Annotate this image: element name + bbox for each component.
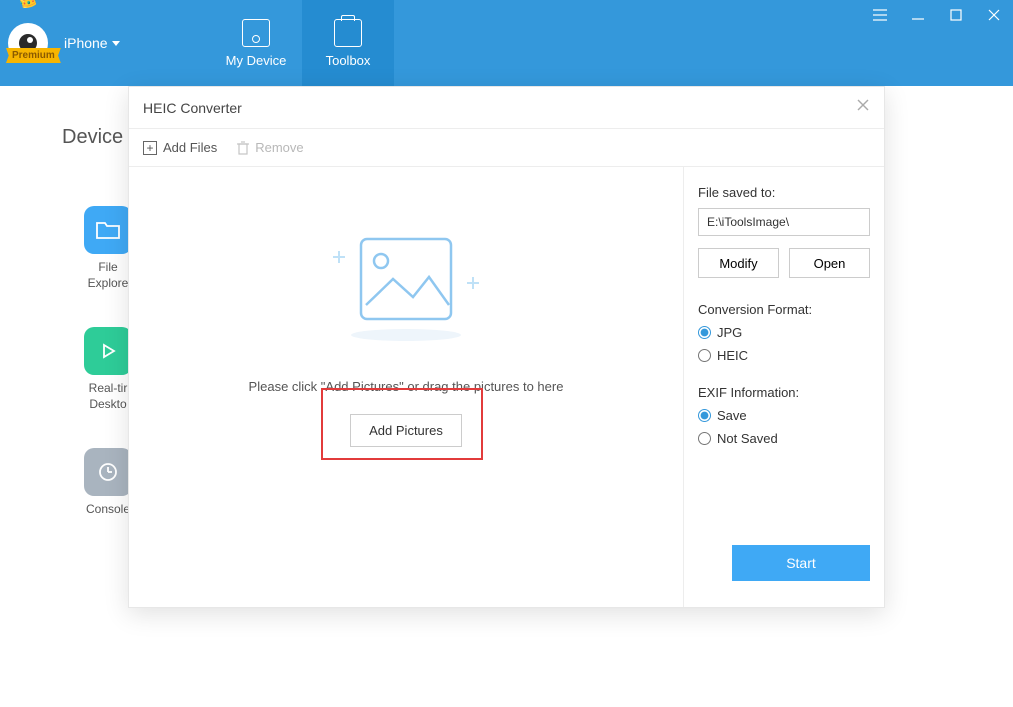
tab-my-device-label: My Device — [226, 53, 287, 68]
menu-button[interactable] — [861, 0, 899, 30]
exif-label: EXIF Information: — [698, 385, 870, 400]
add-files-button[interactable]: + Add Files — [143, 140, 217, 155]
premium-badge: Premium — [6, 48, 61, 63]
file-saved-path-input[interactable] — [698, 208, 870, 236]
heic-converter-dialog: HEIC Converter + Add Files Remove — [128, 86, 885, 608]
device-selector[interactable]: iPhone — [64, 35, 120, 51]
exif-save-radio[interactable]: Save — [698, 408, 870, 423]
window-controls — [861, 0, 1013, 30]
device-icon — [242, 19, 270, 47]
tab-toolbox[interactable]: Toolbox — [302, 0, 394, 86]
tab-my-device[interactable]: My Device — [210, 0, 302, 86]
crown-icon: 👑 — [16, 0, 40, 12]
folder-icon — [84, 206, 132, 254]
device-selector-label: iPhone — [64, 35, 108, 51]
minimize-button[interactable] — [899, 0, 937, 30]
format-jpg-radio[interactable]: JPG — [698, 325, 870, 340]
drop-area[interactable]: Please click "Add Pictures" or drag the … — [129, 167, 684, 607]
sidebar-item-label: Real-tir Deskto — [89, 381, 128, 412]
sidebar-item-label: File Explore — [88, 260, 129, 291]
trash-icon — [237, 141, 249, 155]
plus-icon: + — [143, 141, 157, 155]
dialog-body: Please click "Add Pictures" or drag the … — [129, 167, 884, 607]
drop-hint-text: Please click "Add Pictures" or drag the … — [249, 379, 564, 394]
remove-button: Remove — [237, 140, 303, 155]
caret-down-icon — [112, 41, 120, 46]
app-header: 👑 Premium iPhone My Device Toolbox — [0, 0, 1013, 86]
file-saved-label: File saved to: — [698, 185, 870, 200]
modify-button[interactable]: Modify — [698, 248, 779, 278]
image-placeholder-icon — [321, 227, 491, 347]
device-heading: Device — [62, 126, 123, 149]
add-pictures-button[interactable]: Add Pictures — [350, 414, 462, 447]
open-button[interactable]: Open — [789, 248, 870, 278]
logo-area: 👑 Premium iPhone — [0, 0, 210, 86]
settings-panel: File saved to: Modify Open Conversion Fo… — [684, 167, 884, 607]
format-label: Conversion Format: — [698, 302, 870, 317]
start-button[interactable]: Start — [732, 545, 870, 581]
exif-not-saved-label: Not Saved — [717, 431, 778, 446]
remove-label: Remove — [255, 140, 303, 155]
dialog-header: HEIC Converter — [129, 87, 884, 129]
dialog-close-button[interactable] — [856, 98, 870, 117]
sidebar-item-label: Console — [86, 502, 130, 518]
close-button[interactable] — [975, 0, 1013, 30]
maximize-button[interactable] — [937, 0, 975, 30]
play-icon — [84, 327, 132, 375]
add-files-label: Add Files — [163, 140, 217, 155]
dialog-title: HEIC Converter — [143, 100, 242, 116]
format-heic-label: HEIC — [717, 348, 748, 363]
toolbox-icon — [334, 19, 362, 47]
clock-icon — [84, 448, 132, 496]
format-jpg-label: JPG — [717, 325, 742, 340]
exif-save-label: Save — [717, 408, 747, 423]
content-area: Device File Explore Real-tir Deskto Cons… — [0, 86, 1013, 707]
format-heic-radio[interactable]: HEIC — [698, 348, 870, 363]
exif-not-saved-radio[interactable]: Not Saved — [698, 431, 870, 446]
dialog-toolbar: + Add Files Remove — [129, 129, 884, 167]
tab-toolbox-label: Toolbox — [326, 53, 371, 68]
